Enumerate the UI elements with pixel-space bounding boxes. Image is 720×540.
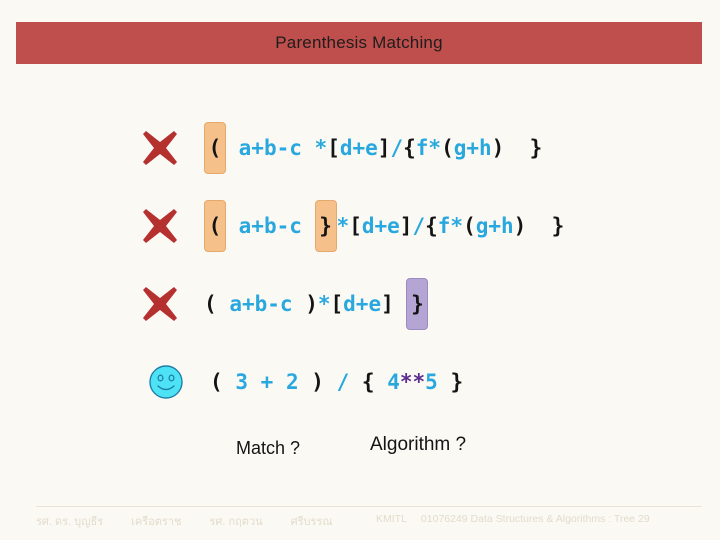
token: 5 — [425, 369, 438, 394]
token: ) — [305, 291, 318, 316]
x-mark-icon — [138, 126, 182, 170]
token: a+b-c — [238, 213, 302, 238]
token: a+b-c — [229, 291, 293, 316]
expression-text: ( a+b-c ) * [ d+e ] } — [204, 278, 429, 330]
footer-institution: KMITL — [376, 513, 407, 525]
highlighted-token: ( — [204, 200, 226, 252]
footer-divider — [36, 506, 702, 507]
token: [ — [327, 135, 340, 160]
token: ) — [311, 369, 324, 394]
token: d+e — [343, 291, 382, 316]
token: ) — [513, 213, 527, 238]
footer-author-1: รศ. ดร. บุญธีร — [36, 516, 104, 528]
token: a+b-c — [238, 135, 302, 160]
slide-title-bar: Parenthesis Matching — [16, 22, 702, 64]
expression-row: ( a+b-c * [ d+e ] / { f * ( g+h ) } — [138, 120, 542, 176]
token: / — [336, 369, 350, 394]
token: * — [336, 213, 350, 238]
highlighted-token: ( — [204, 122, 226, 174]
highlighted-token: } — [406, 278, 429, 330]
token: * — [317, 291, 331, 316]
token: { — [403, 135, 416, 160]
expression-row: ( 3 + 2 ) / { 4 ** 5 } — [144, 354, 463, 410]
token: f — [415, 135, 429, 160]
expression-text: ( a+b-c * [ d+e ] / { f * ( g+h ) } — [204, 122, 542, 174]
token: d+e — [361, 213, 400, 238]
footer-author-2: เครือตราช — [131, 516, 182, 528]
slide-footer: รศ. ดร. บุญธีร เครือตราช รศ. กฤตวน ศรีบร… — [36, 512, 706, 532]
token: g+h — [475, 213, 514, 238]
token: g+h — [453, 135, 492, 160]
token: 4 — [387, 369, 400, 394]
expression-row: ( a+b-c ) * [ d+e ] } — [138, 276, 429, 332]
x-mark-icon — [138, 204, 182, 248]
expression-text: ( a+b-c } * [ d+e ] / { f * ( g+h ) } — [204, 200, 564, 252]
match-question-label: Match ? — [236, 438, 301, 458]
token: } — [450, 369, 464, 394]
token: d+e — [339, 135, 378, 160]
token: ( — [441, 135, 454, 160]
token: ( — [210, 369, 223, 394]
footer-author-4: ศรีบรรณ — [290, 516, 333, 528]
token: ] — [399, 213, 413, 238]
token: } — [529, 135, 543, 160]
token: { — [361, 369, 375, 394]
token: ] — [377, 135, 391, 160]
token: 2 — [285, 369, 299, 394]
token: / — [412, 213, 426, 238]
token: { — [425, 213, 438, 238]
smiley-icon — [144, 360, 188, 404]
page-title: Parenthesis Matching — [275, 33, 443, 52]
expression-text: ( 3 + 2 ) / { 4 ** 5 } — [210, 369, 464, 394]
slide-body: ( a+b-c * [ d+e ] / { f * ( g+h ) } (a+… — [40, 70, 700, 500]
token: ) — [491, 135, 505, 160]
token: * — [314, 135, 328, 160]
footer-course-info: KMITL 01076249 Data Structures & Algorit… — [376, 513, 650, 525]
token: 3 — [235, 369, 248, 394]
token: [ — [330, 291, 344, 316]
algorithm-question-label: Algorithm ? — [370, 434, 467, 455]
highlighted-token: } — [314, 200, 337, 252]
x-mark-icon — [138, 282, 182, 326]
token: * — [450, 213, 464, 238]
footer-course: 01076249 Data Structures & Algorithms : … — [420, 513, 650, 525]
token: } — [551, 213, 565, 238]
token: ( — [204, 291, 217, 316]
token: + — [260, 369, 274, 394]
token: [ — [349, 213, 362, 238]
footer-authors: รศ. ดร. บุญธีร เครือตราช รศ. กฤตวน ศรีบร… — [36, 512, 333, 530]
token: * — [428, 135, 442, 160]
footer-author-3: รศ. กฤตวน — [209, 516, 263, 528]
token: ** — [399, 369, 426, 394]
expression-row: ( a+b-c } * [ d+e ] / { f * ( g+h ) } — [138, 198, 564, 254]
token: f — [437, 213, 451, 238]
token: / — [390, 135, 404, 160]
token: ( — [463, 213, 476, 238]
token: ] — [381, 291, 394, 316]
